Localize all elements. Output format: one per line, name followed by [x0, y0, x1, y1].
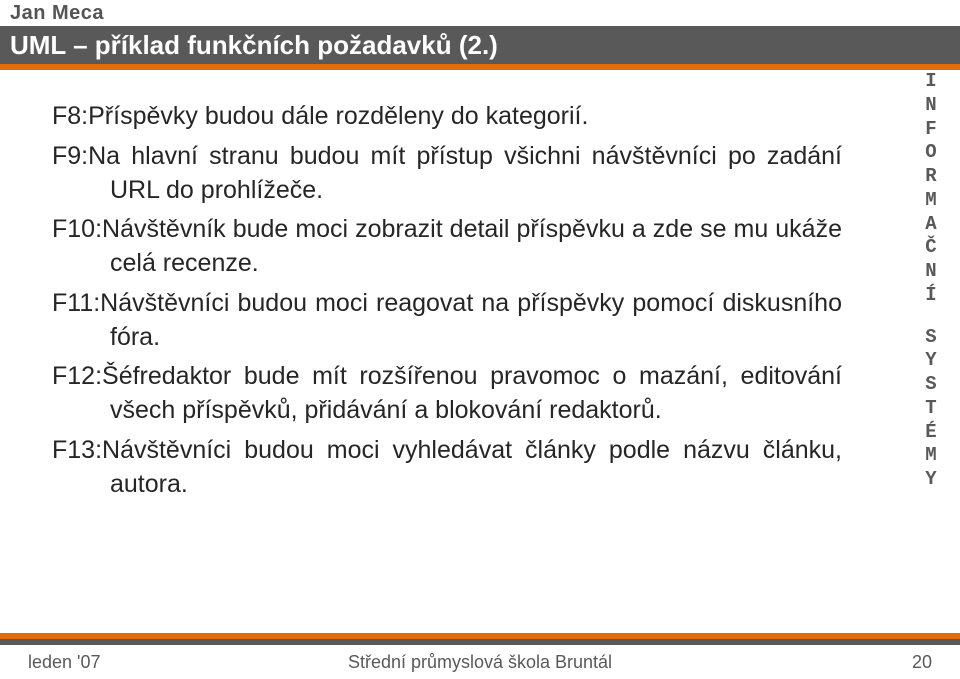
footer-page-number: 20: [912, 652, 932, 673]
requirement-f11: F11:Návštěvníci budou moci reagovat na p…: [52, 287, 842, 355]
side-label-top: INFORMAČNÍ: [925, 70, 938, 306]
requirement-f13: F13:Návštěvníci budou moci vyhledávat čl…: [52, 434, 842, 502]
side-vertical-label: INFORMAČNÍ SYSTÉMY: [922, 70, 942, 492]
footer: leden '07 Střední průmyslová škola Brunt…: [0, 645, 960, 679]
requirement-f9: F9:Na hlavní stranu budou mít přístup vš…: [52, 140, 842, 208]
content-area: F8:Příspěvky budou dále rozděleny do kat…: [52, 100, 842, 507]
title-bar: UML – příklad funkčních požadavků (2.): [0, 26, 960, 64]
author-name: Jan Meca: [10, 2, 104, 25]
title-accent-line: [0, 64, 960, 70]
requirement-f10: F10:Návštěvník bude moci zobrazit detail…: [52, 213, 842, 281]
footer-school: Střední průmyslová škola Bruntál: [0, 652, 960, 673]
side-label-bottom: SYSTÉMY: [925, 326, 938, 491]
page-title: UML – příklad funkčních požadavků (2.): [10, 30, 498, 61]
requirement-f12: F12:Šéfredaktor bude mít rozšířenou prav…: [52, 360, 842, 428]
requirement-f8: F8:Příspěvky budou dále rozděleny do kat…: [52, 100, 842, 134]
footer-date: leden '07: [28, 652, 101, 673]
